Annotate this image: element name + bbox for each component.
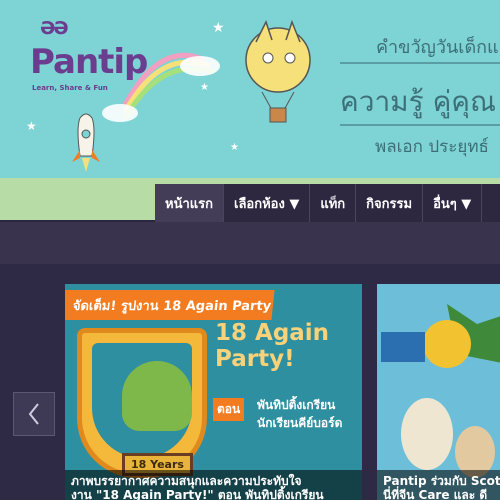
slide-caption[interactable]: Pantip ร่วมกับ Scott นี่ที่จีน Care และ … (377, 470, 500, 500)
nav-select-room[interactable]: เลือกห้อง ▼ (224, 184, 311, 222)
slide-caption-line1: ภาพบรรยากาศความสนุกและความประทับใจ (71, 474, 302, 488)
mascot-image (122, 361, 192, 431)
slide-caption-line2: นี่ที่จีน Care และ ดี (383, 488, 488, 500)
main-top-band (0, 222, 500, 264)
nav-activities[interactable]: กิจกรรม (356, 184, 424, 222)
slide-image (377, 284, 500, 500)
carousel-slide[interactable]: Pantip ร่วมกับ Scott นี่ที่จีน Care และ … (377, 284, 500, 500)
carousel-prev-button[interactable] (13, 392, 55, 436)
header-divider (340, 124, 500, 126)
site-header: ★ ★ ★ ★ ƏƏ Pantip Learn, Share & Fun คำข… (0, 0, 500, 178)
party-shield-graphic: 18 Years (77, 328, 207, 478)
episode-title-line1: พันทิปติ้งเกรียน (257, 398, 336, 412)
svg-text:★: ★ (212, 20, 225, 36)
header-divider (340, 62, 500, 64)
episode-title-line2: นักเรียนคีย์บอร์ด (257, 416, 343, 430)
header-welcome: คำขวัญวันเด็กแ (376, 37, 499, 58)
slide-caption-line1: Pantip ร่วมกับ Scott (383, 474, 500, 488)
svg-text:★: ★ (200, 82, 209, 93)
svg-text:★: ★ (26, 119, 37, 133)
nav-tags[interactable]: แท็ก (310, 184, 357, 222)
slide-caption[interactable]: ภาพบรรยากาศความสนุกและความประทับใจ งาน "… (65, 470, 362, 500)
party-title-line2: Party! (215, 346, 295, 372)
header-subline: พลเอก ประยุทธ์ (375, 137, 489, 157)
nav-more[interactable]: อื่นๆ ▼ (423, 184, 483, 222)
episode-title: พันทิปติ้งเกรียน นักเรียนคีย์บอร์ด (257, 396, 342, 432)
logo-tagline: Learn, Share & Fun (32, 84, 108, 92)
logo-glyph: ƏƏ (40, 18, 69, 39)
party-title: 18 Again Party! (215, 320, 329, 372)
party-title-line1: 18 Again (215, 320, 330, 346)
svg-text:★: ★ (230, 142, 239, 153)
carousel-slide[interactable]: จัดเต็ม! รูปงาน 18 Again Party 18 Years … (65, 284, 362, 500)
slide-banner: จัดเต็ม! รูปงาน 18 Again Party (65, 290, 275, 320)
main-nav: หน้าแรก เลือกห้อง ▼ แท็ก กิจกรรม อื่นๆ ▼ (155, 184, 500, 222)
header-headline: ความรู้ คู่คุณ (340, 85, 497, 118)
nav-home[interactable]: หน้าแรก (155, 184, 224, 222)
chevron-left-icon (28, 403, 39, 425)
episode-badge: ตอน (213, 398, 245, 421)
logo-wordmark: Pantip (30, 42, 148, 82)
slide-caption-line2: งาน "18 Again Party!" ตอน พันทิปติ้งเกรี… (71, 488, 324, 500)
